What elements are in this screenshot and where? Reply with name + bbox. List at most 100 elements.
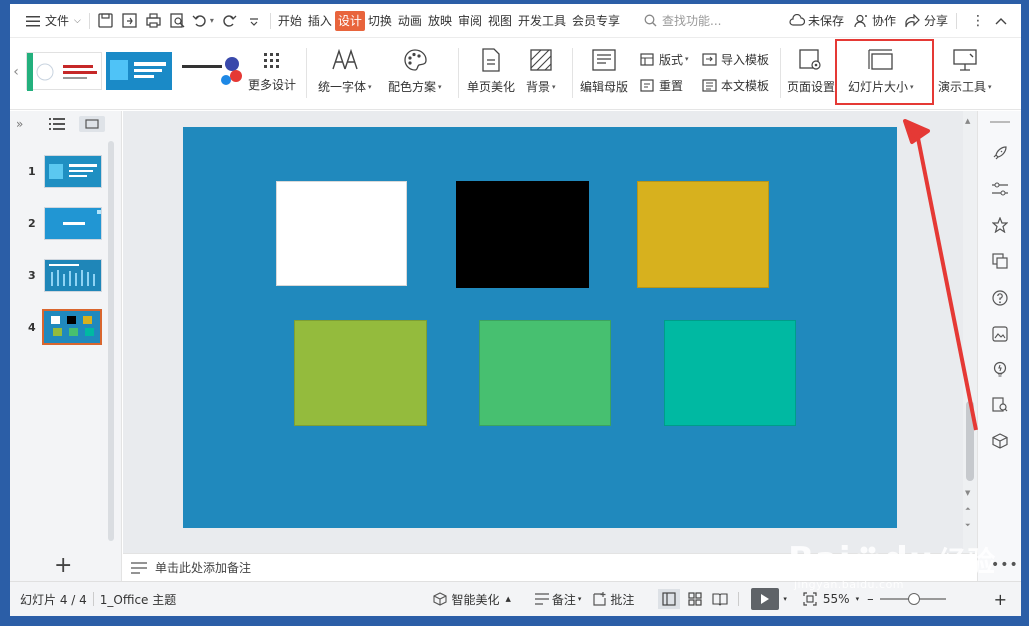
theme-name[interactable]: 1_Office 主题 (94, 591, 182, 608)
menu-bar: 文件 ⌵ ▾ 开始 插入 设计 切换 动画 放映 审阅 视图 开发工具 会员专享… (10, 4, 1021, 38)
zoom-in-button[interactable]: + (994, 590, 1007, 609)
cube-icon[interactable] (990, 431, 1010, 451)
expand-panel-icon[interactable]: » (16, 117, 23, 131)
export-icon[interactable] (121, 12, 139, 30)
collapse-ribbon-icon[interactable] (995, 17, 1007, 25)
tab-review[interactable]: 审阅 (455, 11, 485, 31)
chevron-down-icon[interactable]: ▾ (210, 16, 214, 25)
text-template-button[interactable]: 本文模板 (700, 76, 769, 94)
more-design-label: 更多设计 (248, 78, 297, 92)
panel-scrollbar[interactable] (108, 141, 114, 541)
editing-canvas (123, 111, 975, 553)
olive-green-rectangle[interactable] (294, 320, 427, 426)
file-menu[interactable]: 文件 ⌵ (10, 9, 85, 33)
tab-insert[interactable]: 插入 (305, 11, 335, 31)
tab-developer[interactable]: 开发工具 (515, 11, 569, 31)
slide-number: 4 (28, 321, 36, 334)
teal-rectangle[interactable] (664, 320, 796, 426)
transition-icon[interactable] (990, 251, 1010, 271)
edit-master-button[interactable]: 编辑母版 (580, 46, 628, 95)
rocket-icon[interactable] (990, 143, 1010, 163)
reading-view-icon[interactable] (712, 592, 728, 606)
next-slide-icon[interactable]: ⏷ (965, 521, 971, 530)
present-tools-button[interactable]: 演示工具 ▾ (938, 46, 992, 95)
slide-thumbnail-2[interactable]: 2 (10, 205, 110, 245)
caret-icon[interactable]: ▾ (856, 595, 860, 603)
undo-icon[interactable] (191, 12, 209, 30)
color-scheme-button[interactable]: 配色方案 ▾ (388, 46, 442, 95)
tab-design[interactable]: 设计 (334, 10, 365, 31)
green-rectangle[interactable] (479, 320, 611, 426)
sliders-icon[interactable] (990, 179, 1010, 199)
unify-font-button[interactable]: 统一字体 ▾ (318, 46, 372, 95)
notes-toggle-button[interactable]: 备注 ▾ (529, 591, 588, 608)
prev-slide-icon[interactable]: ⏶ (965, 505, 971, 514)
customize-icon[interactable] (245, 12, 263, 30)
black-rectangle[interactable] (456, 181, 589, 288)
book-search-icon[interactable] (990, 395, 1010, 415)
page-setup-button[interactable]: 页面设置 (787, 46, 835, 95)
unsaved-status[interactable]: 未保存 (784, 9, 848, 33)
comment-button[interactable]: 批注 (587, 591, 640, 608)
tab-start[interactable]: 开始 (275, 11, 305, 31)
design-thumb-2[interactable] (106, 52, 172, 90)
unsaved-label: 未保存 (807, 14, 844, 28)
slide-thumbnail-3[interactable]: 3 (10, 257, 110, 297)
slide-preview (44, 207, 102, 240)
collab-button[interactable]: 协作 (848, 9, 900, 33)
white-rectangle[interactable] (276, 181, 407, 286)
slide-view-icon[interactable] (79, 116, 106, 132)
save-icon[interactable] (97, 12, 115, 30)
background-button[interactable]: 背景 ▾ (526, 46, 556, 95)
canvas-scrollbar[interactable]: ▲ ▼ ⏶ ⏷ (963, 111, 977, 553)
slide-thumbnail-1[interactable]: 1 (10, 153, 110, 193)
zoom-out-button[interactable]: – (867, 592, 874, 607)
fit-window-icon[interactable] (803, 592, 817, 606)
zoom-handle[interactable] (907, 593, 920, 605)
scroll-up-icon[interactable]: ▲ (965, 117, 970, 125)
slide-thumbnail-4[interactable]: 4 (10, 309, 110, 349)
help-icon[interactable] (990, 288, 1010, 308)
search-box[interactable]: 查找功能... (641, 12, 721, 30)
design-thumb-1[interactable] (26, 52, 102, 91)
divider (306, 48, 307, 98)
gold-rectangle[interactable] (637, 181, 769, 288)
print-preview-icon[interactable] (169, 12, 187, 30)
paw-icon (853, 545, 883, 575)
tab-view[interactable]: 视图 (485, 11, 515, 31)
normal-view-icon[interactable] (658, 589, 681, 609)
redo-icon[interactable] (221, 12, 239, 30)
tab-transition[interactable]: 切换 (365, 11, 395, 31)
scrollbar-thumb[interactable] (966, 401, 974, 481)
single-beautify-button[interactable]: 单页美化 (467, 46, 515, 95)
tab-animation[interactable]: 动画 (395, 11, 425, 31)
share-button[interactable]: 分享 (900, 9, 952, 33)
add-slide-button[interactable]: + (54, 553, 72, 578)
reset-button[interactable]: 重置 (638, 76, 683, 94)
caret-icon[interactable]: ▾ (783, 595, 787, 603)
play-button[interactable] (751, 588, 780, 610)
print-icon[interactable] (145, 12, 163, 30)
search-input[interactable]: 查找功能... (662, 12, 721, 29)
import-template-button[interactable]: 导入模板 (700, 50, 769, 68)
sorter-view-icon[interactable] (688, 592, 702, 606)
cube-icon (433, 592, 447, 606)
lightbulb-icon[interactable] (990, 359, 1010, 379)
tab-slideshow[interactable]: 放映 (425, 11, 455, 31)
design-thumb-3[interactable] (178, 52, 242, 90)
image-tool-icon[interactable] (990, 324, 1010, 344)
share-icon (904, 12, 922, 30)
star-icon[interactable] (990, 215, 1010, 235)
scroll-down-icon[interactable]: ▼ (965, 489, 970, 497)
smart-beautify-button[interactable]: 智能美化 ▲ (427, 591, 516, 608)
more-icon[interactable]: ⋮ (971, 13, 985, 29)
outline-view-icon[interactable] (49, 118, 66, 130)
zoom-level[interactable]: 55% (817, 592, 856, 606)
more-design-button[interactable]: 更多设计 (248, 50, 296, 93)
zoom-slider[interactable] (879, 593, 946, 605)
current-slide[interactable] (183, 127, 897, 528)
chevron-left-icon[interactable]: ‹ (10, 52, 22, 92)
caret-icon: ▾ (577, 595, 582, 603)
layout-button[interactable]: 版式 ▾ (638, 50, 689, 68)
tab-member[interactable]: 会员专享 (569, 11, 623, 31)
